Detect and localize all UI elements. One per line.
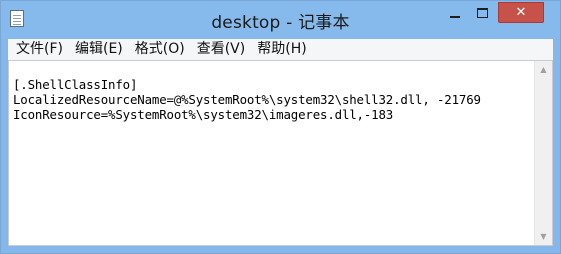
document-line: IconResource=%SystemRoot%\system32\image… [13, 107, 394, 122]
minimize-button[interactable] [442, 2, 468, 23]
scroll-down-icon[interactable]: ▼ [535, 228, 552, 245]
text-editor[interactable]: [.ShellClassInfo] LocalizedResourceName=@… [8, 60, 553, 246]
document-text[interactable]: [.ShellClassInfo] LocalizedResourceName=@… [13, 77, 534, 245]
menu-help[interactable]: 帮助(H) [249, 39, 310, 60]
menu-edit[interactable]: 编辑(E) [67, 39, 127, 60]
menu-format[interactable]: 格式(O) [127, 39, 189, 60]
close-icon: ✕ [515, 5, 527, 20]
document-line: [.ShellClassInfo] [13, 77, 138, 92]
menu-view[interactable]: 查看(V) [189, 39, 250, 60]
maximize-icon [476, 7, 488, 18]
title-bar[interactable]: desktop - 记事本 ✕ [1, 1, 560, 39]
menu-file[interactable]: 文件(F) [8, 39, 67, 60]
close-button[interactable]: ✕ [498, 2, 544, 23]
maximize-button[interactable] [469, 2, 495, 23]
minimize-icon [450, 15, 460, 18]
notepad-window: desktop - 记事本 ✕ 文件(F) 编辑(E) 格式(O) 查看(V) … [0, 0, 561, 254]
menu-bar: 文件(F) 编辑(E) 格式(O) 查看(V) 帮助(H) [8, 39, 553, 60]
document-line: LocalizedResourceName=@%SystemRoot%\syst… [13, 92, 481, 107]
vertical-scrollbar[interactable]: ▲ ▼ [534, 61, 552, 245]
scroll-up-icon[interactable]: ▲ [535, 61, 552, 78]
